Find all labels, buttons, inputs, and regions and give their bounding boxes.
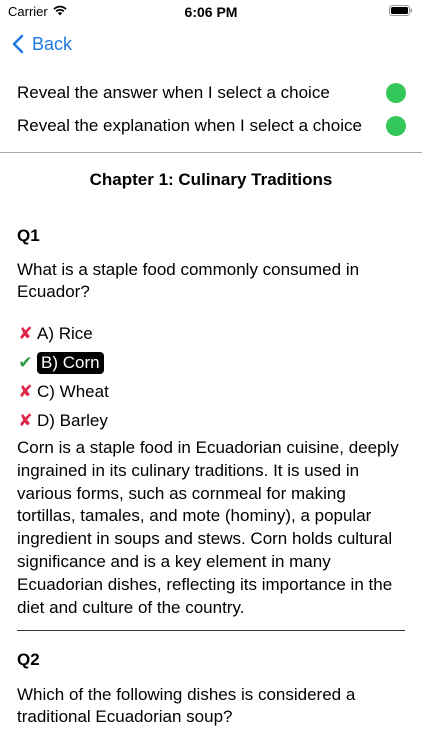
question-number: Q2 [17,650,40,669]
choice-a[interactable]: ✘ A) Rice [17,321,93,347]
question-number: Q1 [17,226,40,245]
explanation-text: Corn is a staple food in Ecuadorian cuis… [17,438,399,617]
choice-a-label: A) Rice [37,324,93,343]
setting-reveal-answer-label: Reveal the answer when I select a choice [17,83,330,102]
back-button[interactable]: Back [12,31,72,57]
choice-d[interactable]: ✘ D) Barley [17,408,108,434]
wrong-x-icon: ✘ [18,324,33,343]
wrong-x-icon: ✘ [18,411,33,430]
correct-check-icon: ✔ [18,353,33,372]
choice-b-label: B) Corn [37,352,104,374]
setting-reveal-explanation-label: Reveal the explanation when I select a c… [17,116,362,135]
choice-b[interactable]: ✔ B) Corn [17,350,104,376]
setting-reveal-explanation[interactable]: Reveal the explanation when I select a c… [17,112,406,140]
question-text: Which of the following dishes is conside… [17,685,356,726]
status-time: 6:06 PM [184,4,238,20]
chapter-title: Chapter 1: Culinary Traditions [89,170,333,189]
setting-reveal-answer[interactable]: Reveal the answer when I select a choice [17,79,406,107]
settings-divider [0,152,422,153]
chevron-left-icon [12,34,24,54]
question-divider [17,630,405,631]
reveal-answer-toggle[interactable] [386,83,406,103]
question-text: What is a staple food commonly consumed … [17,260,360,301]
wrong-x-icon: ✘ [18,382,33,401]
choice-c[interactable]: ✘ C) Wheat [17,379,109,405]
reveal-explanation-toggle[interactable] [386,116,406,136]
back-label: Back [32,33,73,54]
choice-d-label: D) Barley [37,411,108,430]
battery-icon [389,5,412,16]
status-bar: Carrier 6:06 PM [0,0,422,24]
choice-c-label: C) Wheat [37,382,109,401]
